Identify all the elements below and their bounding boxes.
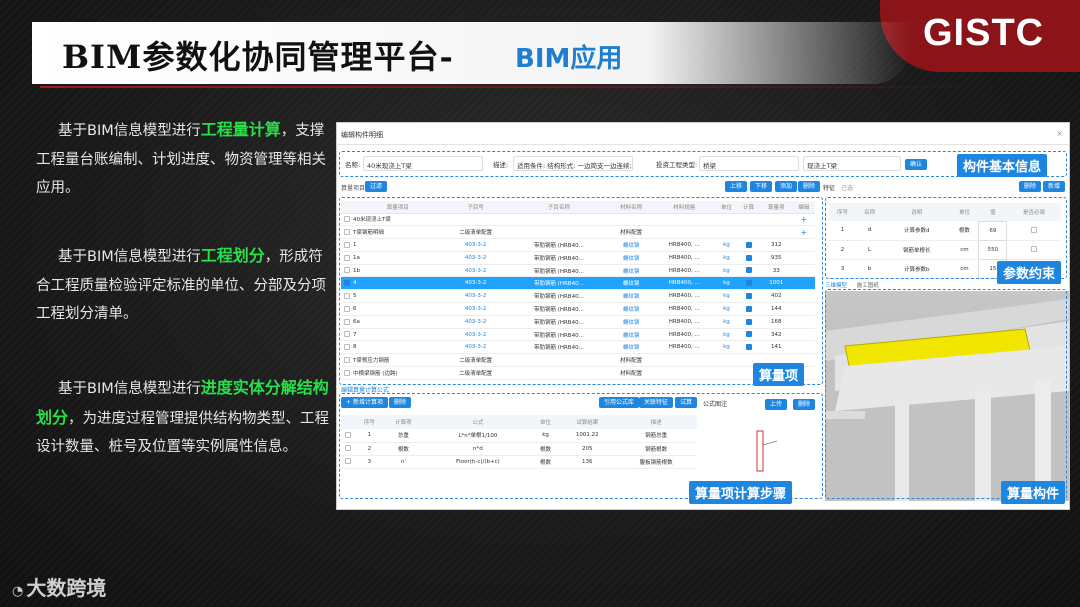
param-delete-button[interactable]: 删除 xyxy=(1019,181,1042,192)
page-title: BIM参数化协同管理平台- xyxy=(62,38,454,76)
label-quantity-component: 算量构件 xyxy=(1001,481,1066,504)
close-icon[interactable]: × xyxy=(1056,129,1063,138)
filter-button[interactable]: 过滤 xyxy=(365,181,388,192)
component-editor-window: 编辑构件明细 × 名称: 40米现浇上T梁 描述: 适用条件: 结构形式: 一边… xyxy=(336,122,1070,510)
watermark: ◔ 大数跨境 xyxy=(12,576,107,600)
label-quantity-items: 算量项 xyxy=(753,363,805,386)
view-tabs: 三维模型 施工图纸 xyxy=(825,281,879,289)
watermark-icon: ◔ xyxy=(12,584,24,599)
param-add-button[interactable]: 新增 xyxy=(1043,181,1066,192)
delete-button[interactable]: 删除 xyxy=(798,181,821,192)
label-basic-info: 构件基本信息 xyxy=(957,154,1048,177)
paragraph-division: 基于BIM信息模型进行工程划分，形成符合工程质量检验评定标准的单位、分部及分项工… xyxy=(36,246,326,322)
label-calc-steps: 算量项计算步骤 xyxy=(689,481,793,504)
window-header: 编辑构件明细 × xyxy=(337,123,1069,145)
move-down-button[interactable]: 下移 xyxy=(750,181,773,192)
move-up-button[interactable]: 上移 xyxy=(725,181,748,192)
label-param-constraint: 参数约束 xyxy=(997,261,1062,284)
add-button[interactable]: 添加 xyxy=(775,181,798,192)
page-subtitle: BIM应用 xyxy=(515,44,623,74)
slide-background: BIM参数化协同管理平台- BIM应用 GISTC 基于BIM信息模型进行工程量… xyxy=(0,0,1080,607)
paragraph-progress: 基于BIM信息模型进行进度实体分解结构划分，为进度过程管理提供结构物类型、工程设… xyxy=(36,378,330,455)
gistc-logo: GISTC xyxy=(923,12,1045,54)
paragraph-quantity: 基于BIM信息模型进行工程量计算，支撑工程量台账编制、计划进度、物资管理等相关应… xyxy=(36,120,326,196)
